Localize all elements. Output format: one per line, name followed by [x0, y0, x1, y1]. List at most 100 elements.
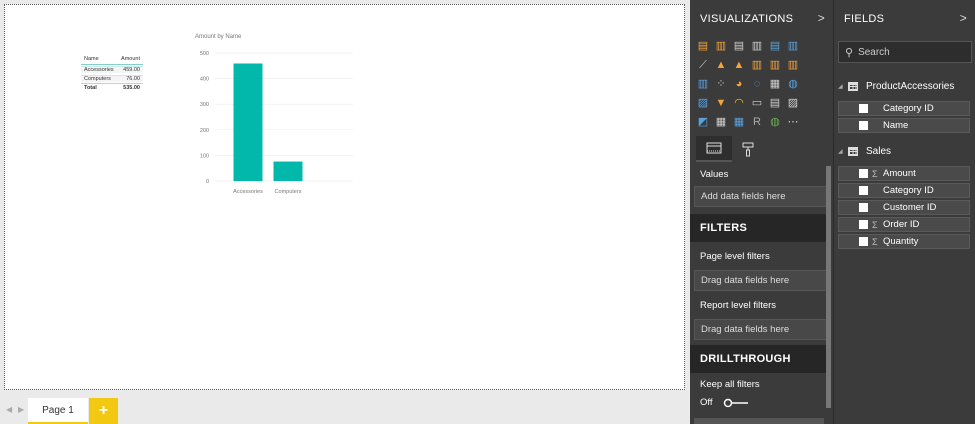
field-label: Order ID [883, 219, 920, 230]
values-label: Values [700, 169, 729, 180]
visualizations-pane: VISUALIZATIONS > ▤ ▥ ▤ ▥ ▤ ▥ ⟋ ▲ ▲ ▥ ▥ ▥ ▥ ⁘ ◕ ◌ ▦ ◍ ▨ ▼ ◠ ▭ ▤… [690, 0, 833, 424]
fields-pane: FIELDS > ⚲ Search ◢ ProductAccessories Cat… [833, 0, 975, 424]
sigma-icon: Σ [872, 236, 878, 247]
field-item[interactable]: Σ Order ID [838, 217, 970, 232]
fields-search-input[interactable]: ⚲ Search [838, 41, 972, 63]
collapse-visualizations-icon[interactable]: > [818, 11, 825, 25]
stacked-area-icon[interactable]: ▲ [732, 59, 746, 72]
pie-chart-icon[interactable]: ◕ [732, 78, 746, 91]
field-table-sales[interactable]: ◢ Sales [838, 142, 891, 160]
table-row[interactable]: Accessories 459.00 [81, 65, 143, 74]
values-drop-well[interactable]: Add data fields here [694, 186, 828, 207]
table-header-row: Name Amount [81, 53, 143, 65]
blank [804, 116, 818, 129]
area-chart-icon[interactable]: ▲ [714, 59, 728, 72]
donut-chart-icon[interactable]: ◌ [750, 78, 764, 91]
field-label: Amount [883, 168, 916, 179]
y-tick-label: 100 [200, 153, 209, 159]
search-icon: ⚲ [845, 46, 854, 59]
kpi-icon[interactable]: ▨ [786, 97, 800, 110]
field-item[interactable]: Σ Amount [838, 166, 970, 181]
report-page[interactable]: Name Amount Accessories 459.00 Computers… [4, 4, 685, 390]
y-tick-label: 400 [200, 77, 209, 83]
100-column-icon[interactable]: ▥ [786, 40, 800, 53]
report-filters-drop-well[interactable]: Drag data fields here [694, 319, 828, 340]
x-tick-label: Computers [275, 189, 302, 195]
field-checkbox[interactable] [859, 121, 868, 130]
map-icon[interactable]: ◍ [786, 78, 800, 91]
card-icon[interactable]: ▭ [750, 97, 764, 110]
field-item[interactable]: Name [838, 118, 970, 133]
waterfall-icon[interactable]: ▥ [696, 78, 710, 91]
fields-tab[interactable] [696, 136, 732, 162]
field-label: Category ID [883, 185, 934, 196]
bar-computers[interactable] [273, 161, 303, 181]
bar-accessories[interactable] [233, 63, 263, 181]
table-total-row: Total 535.00 [81, 83, 143, 92]
x-tick-label: Accessories [233, 189, 263, 195]
line-column-icon[interactable]: ▥ [750, 59, 764, 72]
slicer-icon[interactable]: ◩ [696, 116, 710, 129]
field-checkbox[interactable] [859, 186, 868, 195]
table-icon [848, 146, 858, 156]
next-page-arrow-icon[interactable]: ▶ [18, 405, 24, 414]
table-visual[interactable]: Name Amount Accessories 459.00 Computers… [81, 53, 143, 92]
add-page-button[interactable]: + [89, 398, 118, 424]
stacked-column-icon[interactable]: ▥ [714, 40, 728, 53]
field-item[interactable]: Customer ID [838, 200, 970, 215]
y-tick-label: 200 [200, 128, 209, 134]
stacked-bar-icon[interactable]: ▤ [696, 40, 710, 53]
table-total-label: Total [84, 85, 97, 91]
field-label: Category ID [883, 103, 934, 114]
100-bar-icon[interactable]: ▤ [768, 40, 782, 53]
clustered-column-icon[interactable]: ▥ [750, 40, 764, 53]
visualizations-scrollbar[interactable] [826, 166, 831, 408]
prev-page-arrow-icon[interactable]: ◀ [6, 405, 12, 414]
field-item[interactable]: Category ID [838, 101, 970, 116]
field-checkbox[interactable] [859, 104, 868, 113]
treemap-icon[interactable]: ▦ [768, 78, 782, 91]
gauge-icon[interactable]: ◠ [732, 97, 746, 110]
keep-filters-toggle[interactable]: Off [700, 397, 749, 408]
bar-chart-visual[interactable]: 0 100 200 300 400 500 Accessories Computers Amo… [193, 33, 363, 203]
sigma-icon: Σ [872, 219, 878, 230]
globe-icon[interactable]: ◍ [768, 116, 782, 129]
ribbon-chart-icon[interactable]: ▥ [786, 59, 800, 72]
scatter-icon[interactable]: ⁘ [714, 78, 728, 91]
field-item[interactable]: Category ID [838, 183, 970, 198]
expand-triangle-icon[interactable]: ◢ [838, 83, 848, 90]
field-table-productaccessories[interactable]: ◢ ProductAccessories [838, 77, 954, 95]
collapse-fields-icon[interactable]: > [960, 11, 967, 25]
field-checkbox[interactable] [859, 203, 868, 212]
field-checkbox[interactable] [859, 220, 868, 229]
r-visual-icon[interactable]: R [750, 116, 764, 129]
expand-triangle-icon[interactable]: ◢ [838, 148, 848, 155]
table-icon[interactable]: ▦ [714, 116, 728, 129]
table-row[interactable]: Computers 76.00 [81, 74, 143, 83]
more-visuals-icon[interactable]: ⋯ [786, 116, 800, 129]
format-paint-roller-icon[interactable] [736, 136, 760, 162]
matrix-icon[interactable]: ▦ [732, 116, 746, 129]
drillthrough-drop-well[interactable] [694, 418, 824, 424]
field-checkbox[interactable] [859, 169, 868, 178]
funnel-icon[interactable]: ▼ [714, 97, 728, 110]
page-filters-drop-well[interactable]: Drag data fields here [694, 270, 828, 291]
field-label: Quantity [883, 236, 919, 247]
table-cell-name: Computers [81, 75, 117, 82]
blank [804, 78, 818, 91]
fields-header: FIELDS > [834, 0, 975, 38]
clustered-bar-icon[interactable]: ▤ [732, 40, 746, 53]
line-chart-icon[interactable]: ⟋ [696, 59, 710, 72]
field-checkbox[interactable] [859, 237, 868, 246]
visualization-gallery: ▤ ▥ ▤ ▥ ▤ ▥ ⟋ ▲ ▲ ▥ ▥ ▥ ▥ ⁘ ◕ ◌ ▦ ◍ ▨ ▼ ◠ ▭ ▤ ▨ ◩ ▦ ▦ R ◍ ⋯ [696, 40, 826, 135]
table-cell-name: Accessories [81, 66, 117, 73]
field-label: Name [883, 120, 909, 131]
filled-map-icon[interactable]: ▨ [696, 97, 710, 110]
multirow-card-icon[interactable]: ▤ [768, 97, 782, 110]
line-clustered-icon[interactable]: ▥ [768, 59, 782, 72]
field-item[interactable]: Σ Quantity [838, 234, 970, 249]
y-tick-label: 0 [206, 179, 209, 185]
blank [804, 40, 818, 53]
keep-all-filters-label: Keep all filters [700, 379, 760, 390]
tab-page-1[interactable]: Page 1 [28, 398, 88, 424]
